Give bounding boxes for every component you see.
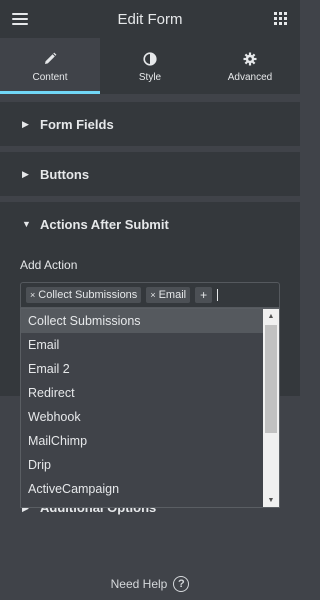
- section-actions-after-submit[interactable]: ▼ Actions After Submit: [0, 202, 300, 246]
- editor-header: Edit Form: [0, 0, 300, 38]
- dropdown-option[interactable]: Email 2: [21, 357, 264, 381]
- chip-label: Email: [158, 289, 187, 301]
- section-buttons[interactable]: ▶ Buttons: [0, 152, 300, 196]
- selected-action-chip[interactable]: × Email: [146, 287, 191, 303]
- question-circle-icon: ?: [173, 576, 190, 592]
- caret-right-icon: ▶: [22, 168, 29, 179]
- need-help-link[interactable]: Need Help ?: [0, 576, 300, 592]
- grid-apps-icon[interactable]: [274, 12, 287, 25]
- chip-label: Collect Submissions: [38, 289, 138, 301]
- need-help-label: Need Help: [110, 577, 168, 591]
- tab-content-label: Content: [32, 72, 68, 83]
- dropdown-option[interactable]: Webhook: [21, 405, 264, 429]
- section-form-fields-label: Form Fields: [40, 116, 114, 132]
- dropdown-option[interactable]: Drip: [21, 453, 264, 477]
- dropdown-option[interactable]: Collect Submissions: [21, 309, 264, 333]
- add-action-label: Add Action: [20, 258, 78, 272]
- remove-chip-icon[interactable]: ×: [30, 290, 35, 300]
- pencil-icon: [43, 52, 57, 66]
- dropdown-option[interactable]: Redirect: [21, 381, 264, 405]
- tab-advanced[interactable]: Advanced: [200, 38, 300, 94]
- tab-content[interactable]: Content: [0, 38, 100, 94]
- section-buttons-label: Buttons: [40, 166, 90, 182]
- dropdown-option[interactable]: Email: [21, 333, 264, 357]
- section-actions-label: Actions After Submit: [40, 216, 169, 232]
- action-options-dropdown[interactable]: Collect Submissions Email Email 2 Redire…: [20, 308, 280, 508]
- hamburger-menu-icon[interactable]: [12, 13, 28, 25]
- tab-style[interactable]: Style: [100, 38, 200, 94]
- add-action-select[interactable]: × Collect Submissions × Email +: [20, 282, 280, 308]
- caret-right-icon: ▶: [22, 118, 29, 129]
- caret-down-icon: ▼: [22, 219, 31, 229]
- tab-advanced-label: Advanced: [227, 72, 273, 83]
- scroll-down-arrow-icon[interactable]: ▼: [263, 493, 279, 507]
- add-chip-button[interactable]: +: [195, 287, 213, 303]
- dropdown-option[interactable]: ActiveCampaign: [21, 477, 264, 501]
- tab-style-label: Style: [138, 72, 162, 83]
- dropdown-option[interactable]: MailChimp: [21, 429, 264, 453]
- panel-title: Edit Form: [117, 10, 183, 28]
- scrollbar-thumb[interactable]: [265, 325, 277, 433]
- panel-tabs: Content Style Advanced: [0, 38, 300, 94]
- half-circle-icon: [143, 52, 157, 66]
- section-form-fields[interactable]: ▶ Form Fields: [0, 102, 300, 146]
- selected-action-chip[interactable]: × Collect Submissions: [26, 287, 142, 303]
- scroll-up-arrow-icon[interactable]: ▲: [263, 309, 279, 323]
- text-cursor: [217, 289, 219, 301]
- gear-icon: [243, 52, 257, 66]
- dropdown-scrollbar[interactable]: ▲ ▼: [263, 309, 279, 507]
- remove-chip-icon[interactable]: ×: [150, 290, 155, 300]
